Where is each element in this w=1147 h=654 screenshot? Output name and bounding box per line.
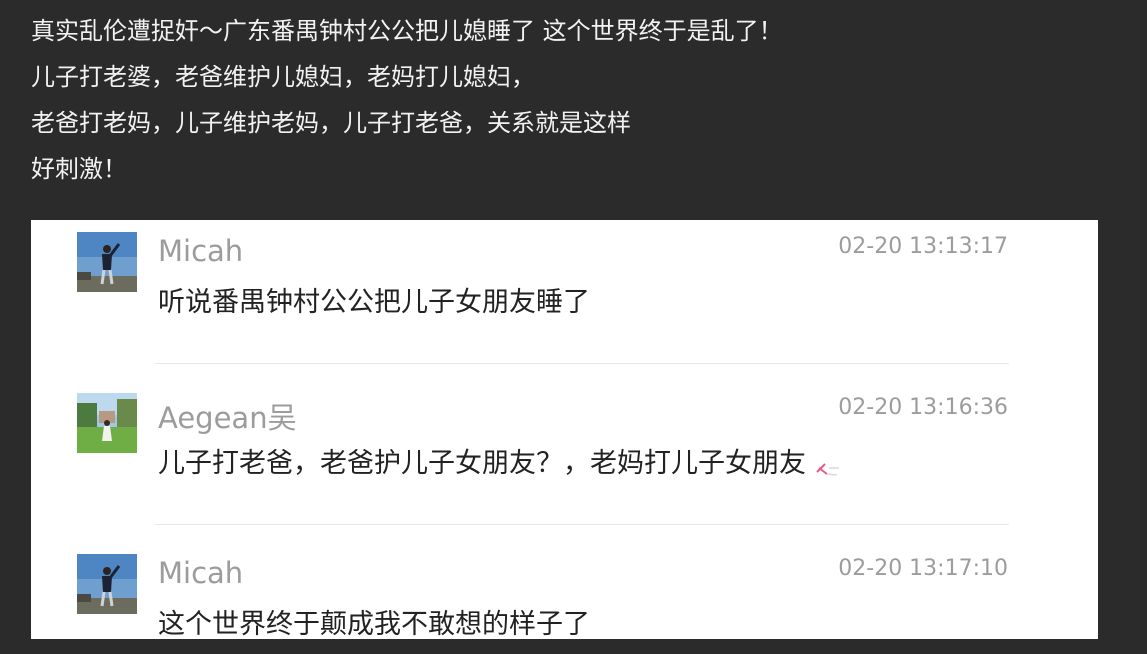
avatar[interactable] xyxy=(77,232,137,292)
timestamp: 02-20 13:16:36 xyxy=(838,395,1008,420)
user-avatar-icon xyxy=(77,554,137,614)
username[interactable]: Micah xyxy=(158,556,243,590)
avatar[interactable] xyxy=(77,393,137,453)
divider xyxy=(155,363,1009,364)
comment-item: Micah 02-20 13:13:17 听说番禺钟村公公把儿子女朋友睡了 xyxy=(31,220,1098,330)
post-line: 真实乱伦遭捉奸～广东番禺钟村公公把儿媳睡了 这个世界终于是乱了！ xyxy=(31,17,783,45)
comment-screenshot: Micah 02-20 13:13:17 听说番禺钟村公公把儿子女朋友睡了 Ae xyxy=(31,220,1098,639)
timestamp: 02-20 13:17:10 xyxy=(838,556,1008,581)
user-avatar-icon xyxy=(77,232,137,292)
post-line: 老爸打老妈，儿子维护老妈，儿子打老爸，关系就是这样 xyxy=(31,109,631,137)
post-text: 真实乱伦遭捉奸～广东番禺钟村公公把儿媳睡了 这个世界终于是乱了！ 儿子打老婆，老… xyxy=(31,8,1111,192)
timestamp: 02-20 13:13:17 xyxy=(838,234,1008,259)
post-line: 好刺激！ xyxy=(31,155,127,183)
comment-message: 儿子打老爸，老爸护儿子女朋友？，老妈打儿子女朋友 xyxy=(158,448,806,479)
comment-item: Micah 02-20 13:17:10 这个世界终于颠成我不敢想的样子了 xyxy=(31,542,1098,639)
divider xyxy=(155,524,1009,525)
page: 真实乱伦遭捉奸～广东番禺钟村公公把儿媳睡了 这个世界终于是乱了！ 儿子打老婆，老… xyxy=(0,0,1147,654)
post-line: 儿子打老婆，老爸维护儿媳妇，老妈打儿媳妇， xyxy=(31,63,535,91)
pen-mark-icon xyxy=(816,463,839,476)
avatar[interactable] xyxy=(77,554,137,614)
user-avatar-icon xyxy=(77,393,137,453)
username[interactable]: Aegean吴 xyxy=(158,395,297,437)
comment-message: 听说番禺钟村公公把儿子女朋友睡了 xyxy=(158,287,590,318)
comment-item: Aegean吴 02-20 13:16:36 儿子打老爸，老爸护儿子女朋友？，老… xyxy=(31,381,1098,491)
comment-message: 这个世界终于颠成我不敢想的样子了 xyxy=(158,609,590,639)
username[interactable]: Micah xyxy=(158,234,243,268)
